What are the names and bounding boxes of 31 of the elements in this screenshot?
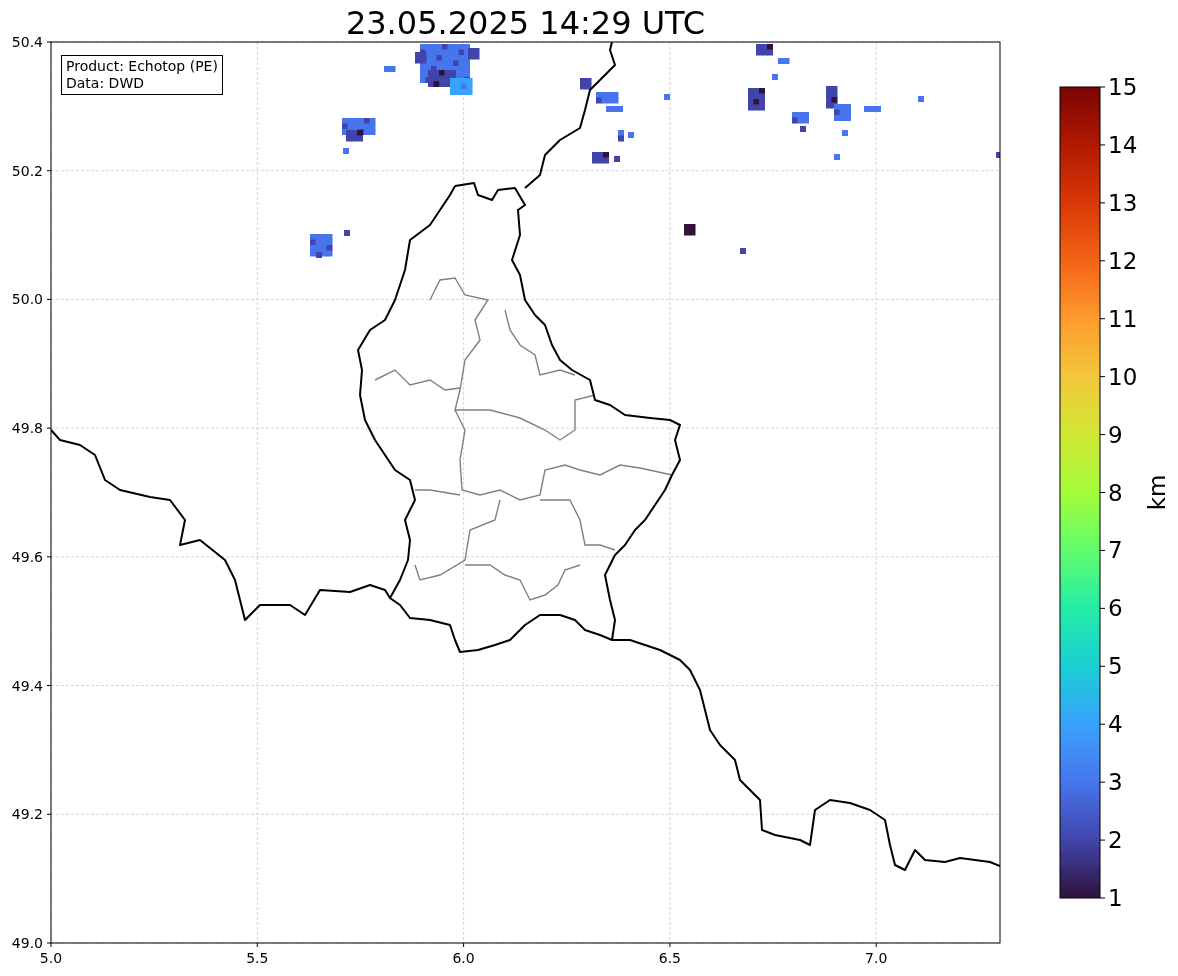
annotation-box: Product: Echotop (PE) Data: DWD [61,55,223,95]
x-axis-tick-label: 5.5 [246,950,269,966]
colorbar-tick-label: 3 [1108,769,1123,796]
colorbar-tick-label: 6 [1108,595,1123,622]
y-axis-tick-label: 49.2 [11,806,43,823]
colorbar-tick-label: 4 [1108,711,1123,738]
y-axis-tick-label: 50.0 [11,291,43,308]
y-axis-tick-label: 50.4 [11,34,43,50]
colorbar-label: km [1144,474,1170,511]
colorbar-tick-label: 7 [1108,537,1123,564]
colorbar-tick-label: 2 [1108,827,1123,854]
y-axis-tick-label: 49.8 [11,420,43,437]
x-axis-tick-label: 6.0 [452,950,475,966]
colorbar-tick-label: 5 [1108,653,1123,680]
colorbar-tick-label: 8 [1108,479,1123,506]
colorbar-tick-label: 1 [1108,885,1123,911]
colorbar-tick-label: 12 [1108,247,1138,274]
colorbar-tick-label: 14 [1108,131,1138,158]
y-axis-tick-label: 49.4 [11,677,43,694]
x-axis-tick-label: 5.0 [39,950,63,966]
colorbar-tick-label: 15 [1108,74,1138,100]
x-axis-tick-label: 6.5 [658,950,682,966]
y-axis-tick-label: 50.2 [11,162,43,179]
colorbar-tick-label: 9 [1108,421,1123,448]
colorbar-tick-label: 11 [1108,305,1138,332]
y-axis-tick-label: 49.6 [11,548,43,565]
y-axis-tick-label: 49.0 [11,935,43,951]
colorbar-tick-label: 13 [1108,189,1138,216]
chart-title: 23.05.2025 14:29 UTC [345,4,706,42]
x-axis-tick-label: 7.0 [865,950,888,966]
colorbar-tick-label: 10 [1108,363,1138,390]
